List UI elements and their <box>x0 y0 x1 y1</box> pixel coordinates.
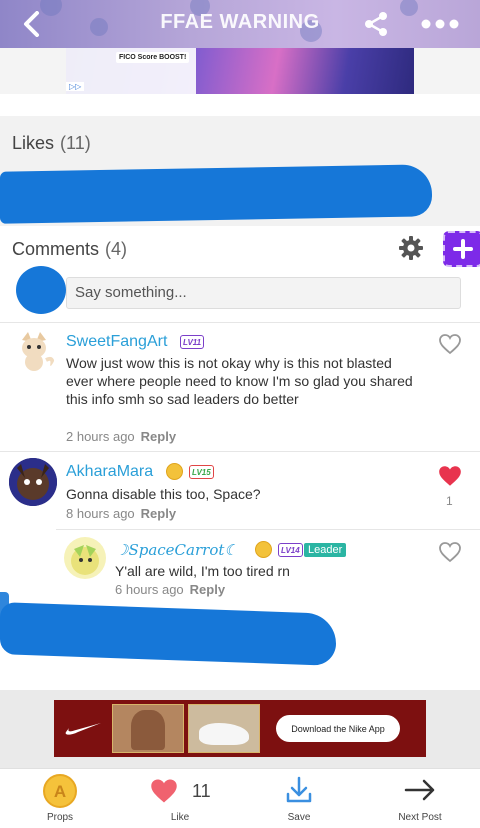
level-badge: LV11 <box>180 335 205 349</box>
comment-username[interactable]: AkharaMara <box>66 463 153 481</box>
comment-username[interactable]: SweetFangArt <box>66 333 167 351</box>
next-post-label: Next Post <box>398 812 442 823</box>
props-coin-icon: A <box>43 774 77 808</box>
gear-icon <box>399 236 423 260</box>
like-comment-button[interactable] <box>438 541 464 565</box>
level-badge: LV14 <box>278 543 303 557</box>
adchoices-icon[interactable]: ▷▷ <box>66 82 85 91</box>
like-label: Like <box>170 812 190 823</box>
bottom-nav: A Props 11 Like Save Next Post <box>0 768 480 828</box>
reply-button[interactable]: Reply <box>141 506 176 521</box>
divider <box>0 322 480 323</box>
level-badge: LV15 <box>189 465 214 479</box>
share-button[interactable] <box>360 8 392 40</box>
chevron-left-icon <box>24 11 39 37</box>
avatar-image <box>9 458 57 506</box>
heart-filled-icon <box>151 779 177 803</box>
svg-text:A: A <box>54 782 66 801</box>
moon-icon: ☽ <box>115 541 129 559</box>
like-comment-button[interactable] <box>438 333 464 357</box>
redaction-scribble <box>16 266 66 314</box>
sneaker-icon <box>199 723 249 745</box>
comment-time: 8 hours ago <box>66 506 135 521</box>
avatar[interactable] <box>64 537 106 579</box>
comment-username[interactable]: ☽SpaceCarrot☾ <box>115 541 238 559</box>
likes-count: (11) <box>60 133 91 153</box>
like-comment-button[interactable] <box>437 464 463 488</box>
download-icon <box>286 776 312 803</box>
moon-icon: ☾ <box>224 541 238 559</box>
avatar-image <box>22 332 55 371</box>
more-dots-icon <box>421 19 459 29</box>
page-title: FFAE WARNING <box>160 11 320 33</box>
divider <box>56 529 480 530</box>
coin-badge-icon <box>166 463 183 480</box>
ad-image <box>188 704 260 753</box>
comment-meta: 6 hours ago Reply <box>115 582 225 597</box>
like-button[interactable]: 11 Like <box>130 769 230 828</box>
comment-like-count: 1 <box>446 494 453 508</box>
heart-filled-icon <box>439 466 461 486</box>
props-label: Props <box>46 812 74 823</box>
comment-time: 2 hours ago <box>66 429 135 444</box>
leader-badge: Leader <box>304 543 347 557</box>
likes-label: Likes <box>12 133 55 153</box>
comments-count: (4) <box>105 239 128 259</box>
comment-meta: 8 hours ago Reply <box>66 506 176 521</box>
comment-time: 6 hours ago <box>115 582 184 597</box>
comments-header: Comments (4) <box>12 239 127 260</box>
reply-button[interactable]: Reply <box>141 429 176 444</box>
bottom-ad-banner[interactable]: Download the Nike App <box>54 700 426 757</box>
nike-swoosh-icon <box>65 723 101 735</box>
ad-cta-button[interactable]: Download the Nike App <box>276 715 400 742</box>
coin-badge-icon <box>255 541 272 558</box>
ad-badge: FICO Score BOOST! <box>116 52 190 63</box>
add-comment-button[interactable] <box>443 231 480 267</box>
plus-icon <box>453 239 473 259</box>
reply-button[interactable]: Reply <box>190 582 225 597</box>
next-post-button[interactable]: Next Post <box>370 769 470 828</box>
avatar-image <box>71 545 99 575</box>
more-options-button[interactable] <box>418 8 462 40</box>
comment-text: Y'all are wild, I'm too tired rn <box>115 563 290 579</box>
heart-outline-icon <box>439 334 461 355</box>
comment-text: Wow just wow this is not okay why is thi… <box>66 355 413 407</box>
heart-outline-icon <box>439 542 461 563</box>
redaction-scribble <box>0 164 432 224</box>
comment-settings-button[interactable] <box>398 235 424 261</box>
save-button[interactable]: Save <box>249 769 349 828</box>
arrow-right-icon <box>404 779 435 801</box>
top-ad-banner[interactable]: FICO Score BOOST! ▷▷ <box>66 48 414 94</box>
avatar[interactable] <box>12 330 56 374</box>
comment-meta: 2 hours ago Reply <box>66 429 176 444</box>
save-label: Save <box>287 812 311 823</box>
share-icon <box>365 12 387 36</box>
props-button[interactable]: A Props <box>10 769 110 828</box>
ad-person <box>131 710 165 750</box>
top-bar: FFAE WARNING <box>0 0 480 48</box>
divider <box>0 451 480 452</box>
ad-image <box>112 704 184 753</box>
comment-input[interactable]: Say something... <box>66 277 461 309</box>
avatar[interactable] <box>9 458 57 506</box>
comments-label: Comments <box>12 239 100 259</box>
back-button[interactable] <box>16 8 48 40</box>
likes-header[interactable]: Likes (11) <box>12 133 91 154</box>
comment-username-text: SpaceCarrot <box>128 541 225 559</box>
comment-text: Gonna disable this too, Space? <box>66 486 261 502</box>
spacer <box>0 94 480 116</box>
like-count: 11 <box>192 781 211 801</box>
